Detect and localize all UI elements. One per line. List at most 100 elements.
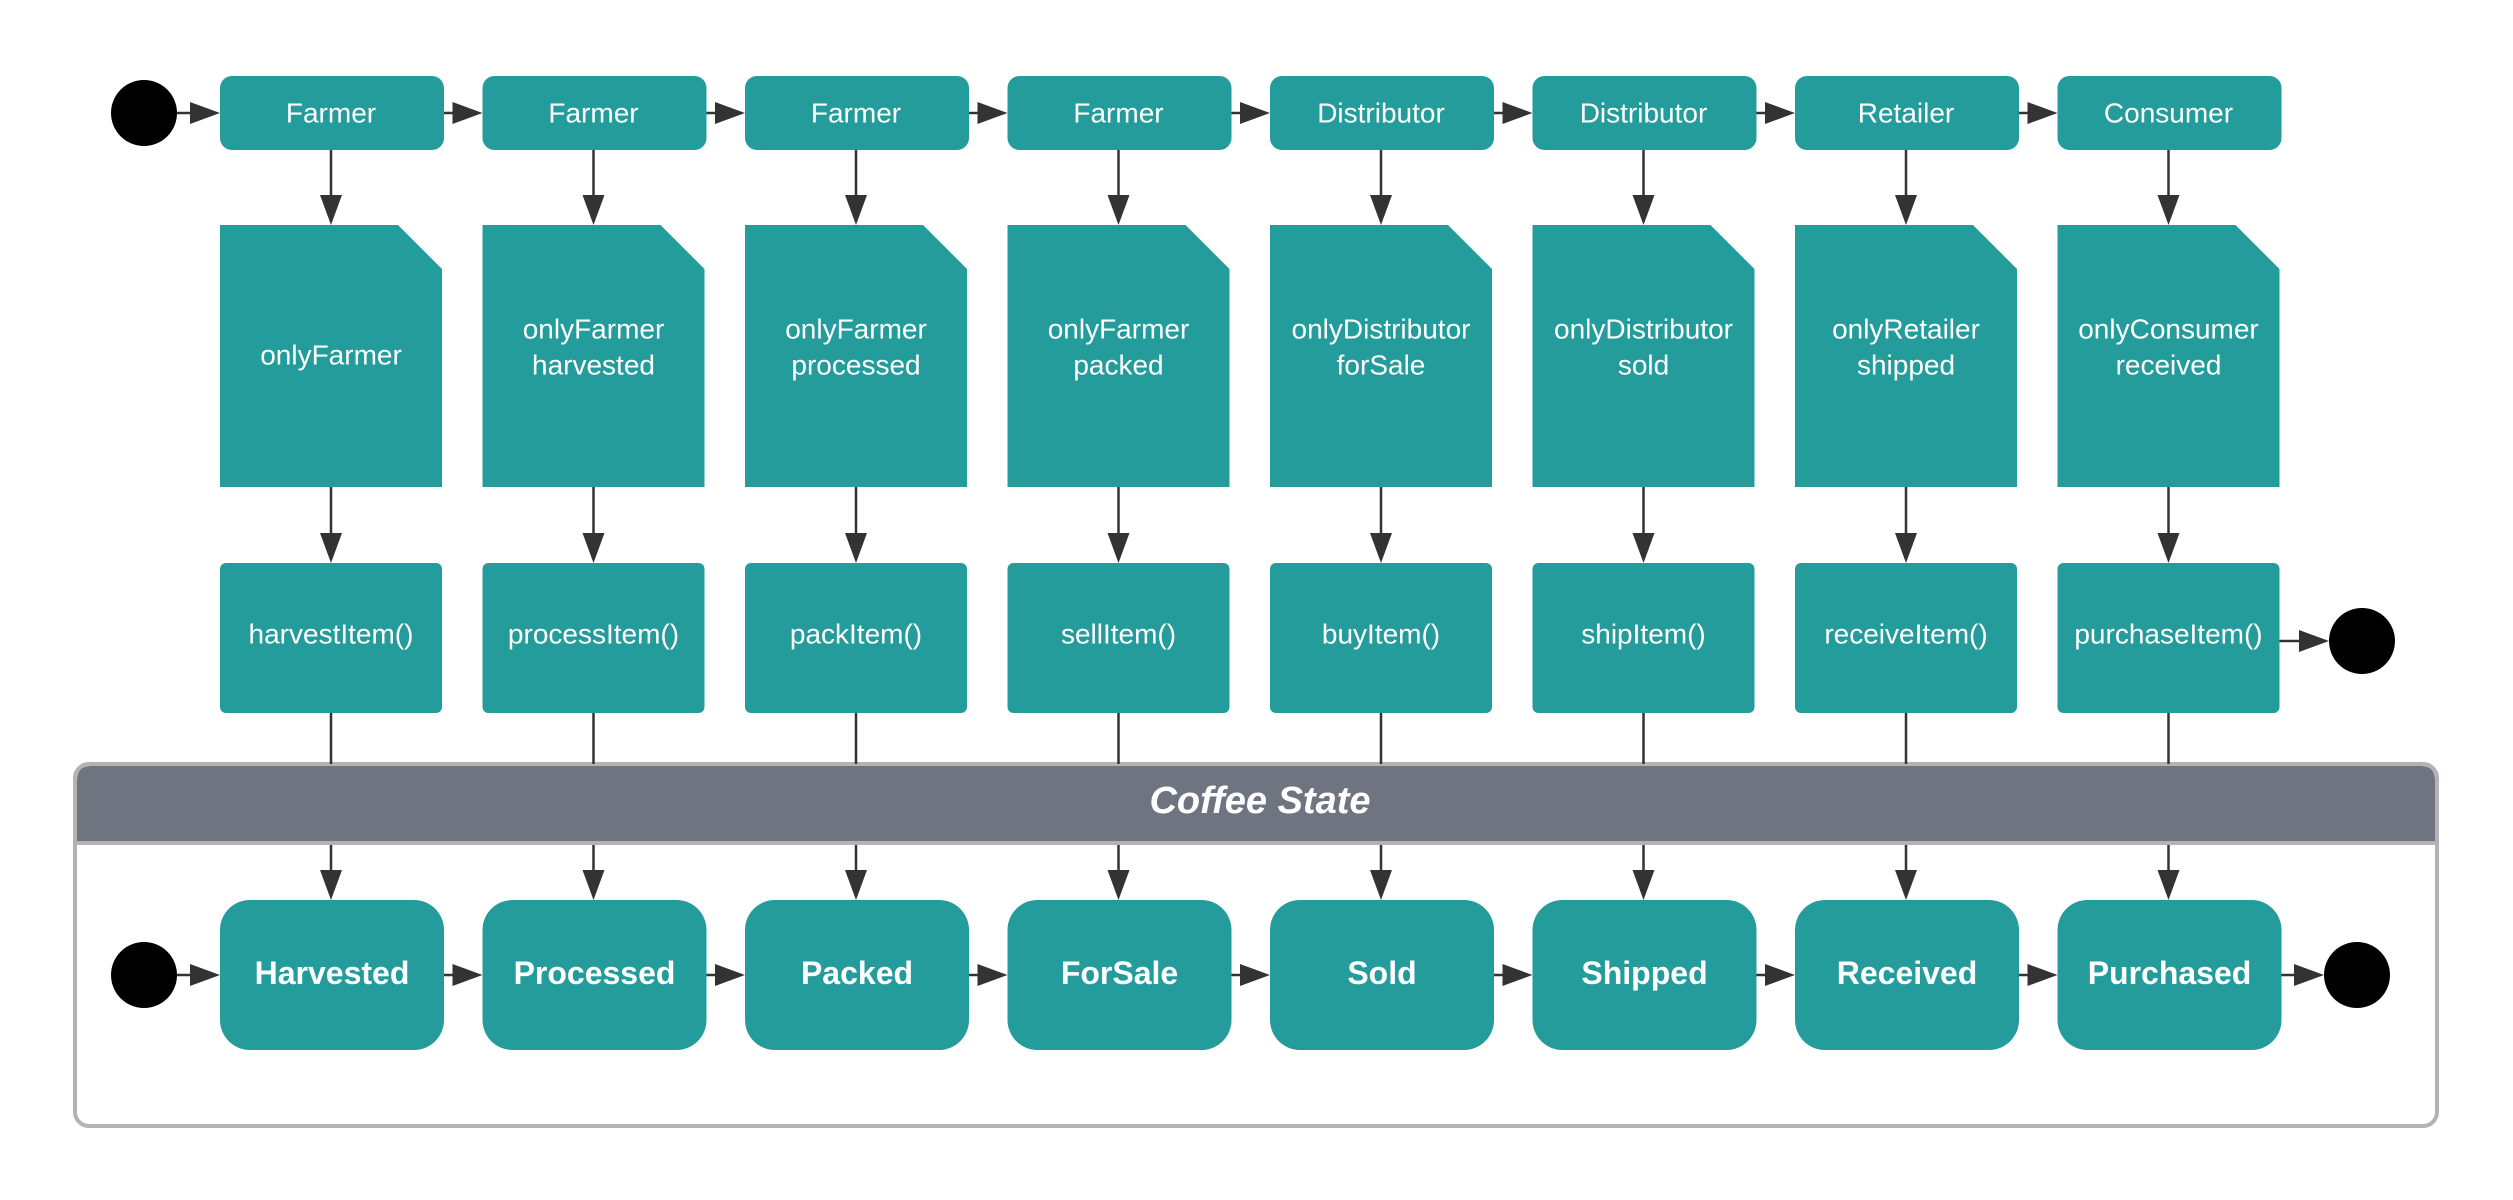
modifier-node[interactable]: onlyFarmer processed — [745, 225, 967, 487]
role-node[interactable]: Farmer — [1007, 76, 1232, 150]
arrowhead-icon — [1107, 533, 1130, 563]
arrowhead-icon — [845, 533, 867, 563]
coffee-supply-chain-diagram: Coffee State Farmer Farmer Farmer Farmer Dis… — [73, 76, 2439, 1128]
node-label: Consumer — [2104, 98, 2233, 129]
arrowhead-icon — [1895, 533, 1917, 563]
arrowhead-icon — [582, 533, 605, 563]
modifier-node[interactable]: onlyRetailer shipped — [1795, 225, 2017, 487]
state-node[interactable]: ForSale — [1007, 900, 1232, 1050]
node-label: harvested — [532, 350, 655, 381]
edge-role-to-role — [444, 102, 483, 124]
modifier-node[interactable]: onlyFarmer harvested — [482, 225, 705, 487]
node-label: purchaseItem() — [2074, 619, 2262, 650]
node-label: processItem() — [508, 619, 679, 650]
final-state-icon — [2324, 942, 2390, 1008]
arrowhead-icon — [1240, 102, 1270, 124]
edge-role-to-modifier — [2157, 150, 2180, 225]
role-node[interactable]: Consumer — [2057, 76, 2282, 150]
arrowhead-icon — [2157, 195, 2180, 225]
node-label: Farmer — [286, 98, 376, 129]
edge-modifier-to-function — [1632, 487, 1655, 563]
node-label: packItem() — [790, 619, 922, 650]
modifier-node[interactable]: onlyDistributor forSale — [1270, 225, 1492, 487]
role-node[interactable]: Farmer — [220, 76, 444, 150]
role-node[interactable]: Distributor — [1532, 76, 1757, 150]
node-label: Shipped — [1581, 955, 1707, 991]
function-node[interactable]: receiveItem() — [1795, 563, 2017, 713]
node-label: Harvested — [255, 955, 410, 991]
node-label: onlyFarmer — [523, 314, 665, 345]
modifier-node[interactable]: onlyFarmer packed — [1007, 225, 1230, 487]
arrowhead-icon — [320, 533, 342, 563]
node-label: ForSale — [1061, 955, 1178, 991]
node-label: Sold — [1347, 955, 1416, 991]
edge-modifier-to-function — [1107, 487, 1130, 563]
edge-role-to-modifier — [320, 150, 342, 225]
node-label: onlyFarmer — [260, 340, 402, 371]
node-label: onlyFarmer — [1048, 314, 1190, 345]
edge-role-to-modifier — [1632, 150, 1655, 225]
edge-modifier-to-function — [1370, 487, 1392, 563]
edge-role-to-modifier — [1370, 150, 1392, 225]
edge-modifier-to-function — [2157, 487, 2180, 563]
edge-role-to-modifier — [845, 150, 867, 225]
node-label: sold — [1618, 350, 1669, 381]
edge-role-to-role — [1756, 102, 1795, 124]
edge-role-to-role — [969, 102, 1008, 124]
state-node[interactable]: Processed — [482, 900, 707, 1050]
edge-modifier-to-function — [582, 487, 605, 563]
edge-modifier-to-function — [1895, 487, 1917, 563]
modifier-node[interactable]: onlyFarmer — [220, 225, 442, 487]
role-node[interactable]: Distributor — [1270, 76, 1494, 150]
state-node[interactable]: Packed — [745, 900, 969, 1050]
state-node[interactable]: Received — [1795, 900, 2019, 1050]
edge-role-to-modifier — [1107, 150, 1130, 225]
node-label: shipItem() — [1581, 619, 1705, 650]
function-node[interactable]: sellItem() — [1007, 563, 1230, 713]
arrowhead-icon — [1370, 533, 1392, 563]
node-label: onlyConsumer — [2078, 314, 2259, 345]
arrowhead-icon — [452, 102, 483, 124]
node-label: sellItem() — [1061, 619, 1176, 650]
node-label: Farmer — [548, 98, 638, 129]
arrowhead-icon — [2157, 533, 2180, 563]
final-state-icon — [2329, 608, 2395, 674]
node-label: Distributor — [1580, 98, 1708, 129]
function-node[interactable]: harvestItem() — [220, 563, 442, 713]
node-label: Processed — [514, 955, 676, 991]
arrowhead-icon — [2027, 102, 2058, 124]
node-label: Farmer — [1073, 98, 1163, 129]
arrowhead-icon — [1632, 195, 1655, 225]
function-node[interactable]: purchaseItem() — [2057, 563, 2280, 713]
edge-role-to-role — [1494, 102, 1533, 124]
state-node[interactable]: Shipped — [1532, 900, 1757, 1050]
node-label: shipped — [1857, 350, 1955, 381]
arrowhead-icon — [1765, 102, 1795, 124]
arrowhead-icon — [1632, 533, 1655, 563]
function-node[interactable]: packItem() — [745, 563, 967, 713]
modifier-node[interactable]: onlyConsumer received — [2057, 225, 2280, 487]
state-node[interactable]: Sold — [1270, 900, 1494, 1050]
edge-function-to-end — [2279, 630, 2329, 652]
arrowhead-icon — [1502, 102, 1533, 124]
function-node[interactable]: buyItem() — [1270, 563, 1492, 713]
node-label: forSale — [1337, 350, 1426, 381]
state-node[interactable]: Harvested — [220, 900, 444, 1050]
role-node[interactable]: Farmer — [482, 76, 707, 150]
function-node[interactable]: processItem() — [482, 563, 705, 713]
node-label: Packed — [801, 955, 913, 991]
state-node[interactable]: Purchased — [2057, 900, 2282, 1050]
node-label: buyItem() — [1322, 619, 1440, 650]
function-node[interactable]: shipItem() — [1532, 563, 1755, 713]
edge-role-to-role — [706, 102, 745, 124]
role-node[interactable]: Retailer — [1795, 76, 2019, 150]
initial-state-icon — [111, 942, 177, 1008]
role-node[interactable]: Farmer — [745, 76, 969, 150]
modifier-node[interactable]: onlyDistributor sold — [1532, 225, 1755, 487]
arrowhead-icon — [977, 102, 1008, 124]
edge-role-to-modifier — [582, 150, 605, 225]
arrowhead-icon — [1370, 195, 1392, 225]
edge-start-to-role — [177, 102, 220, 124]
arrowhead-icon — [190, 102, 220, 124]
edge-modifier-to-function — [320, 487, 342, 563]
